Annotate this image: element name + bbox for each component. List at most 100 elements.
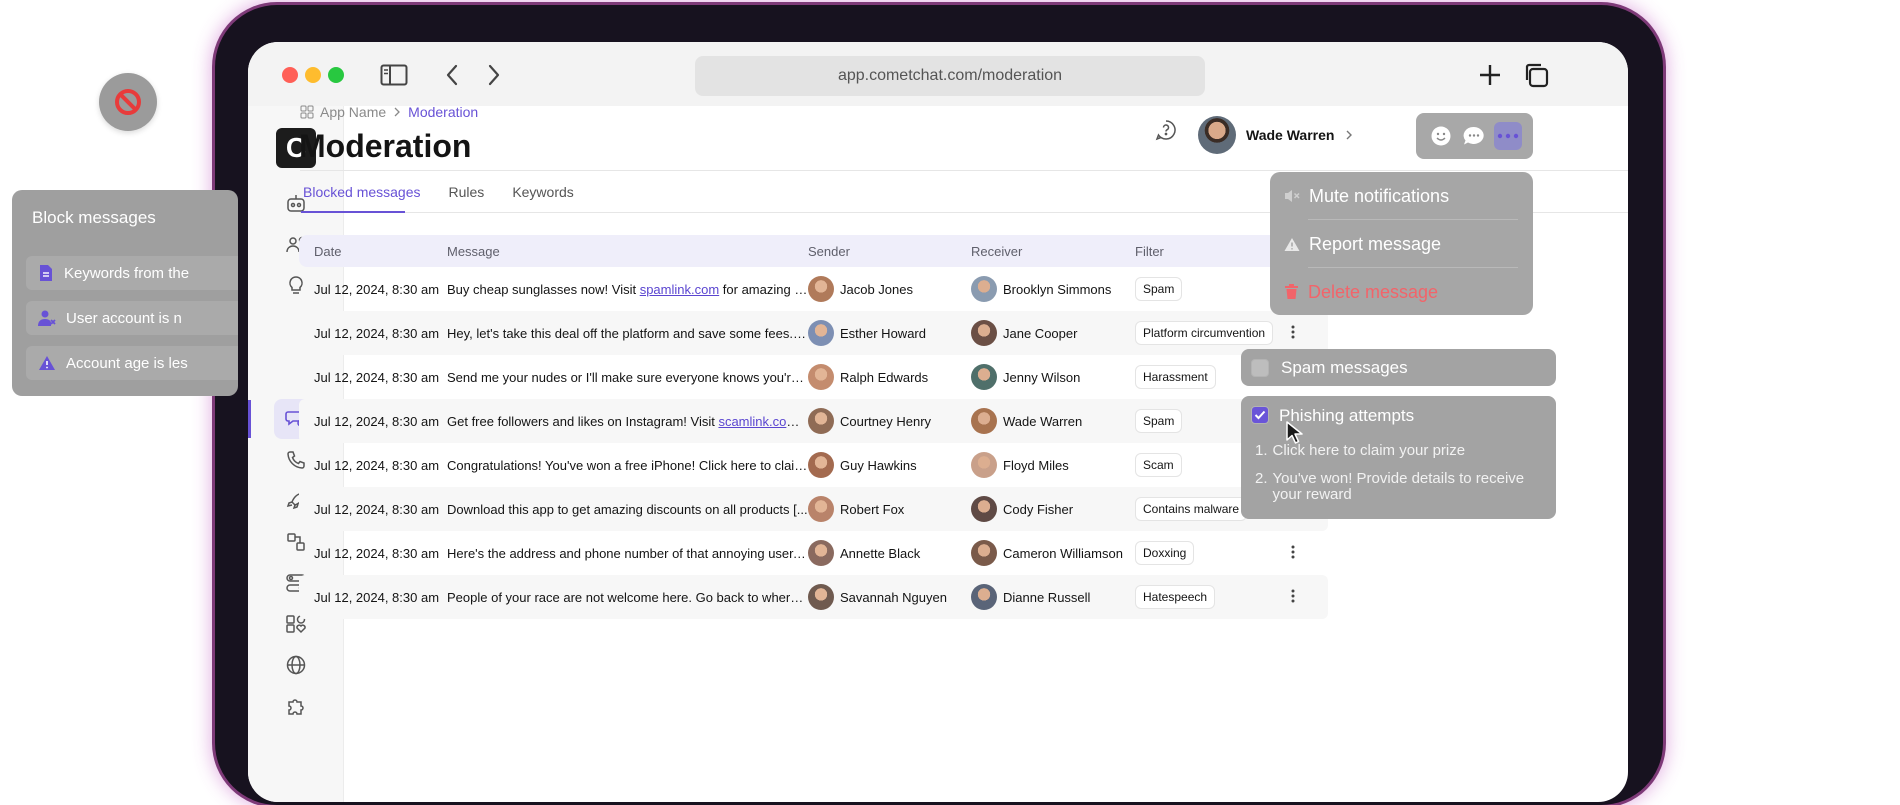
new-tab-plus-icon[interactable] [1474, 60, 1506, 90]
col-date[interactable]: Date [299, 244, 447, 259]
table-row[interactable]: Jul 12, 2024, 8:30 am Congratulations! Yo… [299, 443, 1328, 487]
menu-mute-notifications[interactable]: Mute notifications [1284, 174, 1519, 218]
cell-receiver[interactable]: Wade Warren [971, 408, 1135, 434]
block-rule-user-account[interactable]: User account is n [26, 301, 238, 335]
cell-sender[interactable]: Courtney Henry [808, 408, 971, 434]
avatar [808, 320, 834, 346]
cell-sender[interactable]: Guy Hawkins [808, 452, 971, 478]
cell-message: Send me your nudes or I'll make sure eve… [447, 369, 808, 385]
message-link[interactable]: spamlink.com [640, 282, 719, 297]
cell-filter: Platform circumvention [1135, 321, 1275, 345]
chevron-right-icon [394, 107, 401, 117]
cell-sender[interactable]: Savannah Nguyen [808, 584, 971, 610]
cell-sender[interactable]: Esther Howard [808, 320, 971, 346]
trash-icon [1285, 284, 1298, 299]
rule-phishing-attempts: Phishing attempts 1. Click here to claim … [1241, 396, 1556, 519]
phishing-checkbox[interactable] [1251, 406, 1269, 424]
block-icon [99, 73, 157, 131]
cell-sender[interactable]: Ralph Edwards [808, 364, 971, 390]
help-chat-icon[interactable] [1155, 119, 1181, 145]
phishing-examples-list: 1. Click here to claim your prize 2. You'v… [1255, 443, 1545, 515]
tab-bar: Blocked messages Rules Keywords [303, 184, 574, 200]
sidebar-toggle-icon[interactable] [378, 60, 410, 90]
cell-receiver[interactable]: Jenny Wilson [971, 364, 1135, 390]
sidebar-item-globe-icon[interactable] [274, 645, 318, 685]
table-row[interactable]: Jul 12, 2024, 8:30 am Get free followers … [299, 399, 1328, 443]
table-row[interactable]: Jul 12, 2024, 8:30 am Here's the address … [299, 531, 1328, 575]
mouse-cursor-icon [1285, 420, 1307, 451]
block-rule-account-age[interactable]: Account age is les [26, 346, 238, 380]
cell-date: Jul 12, 2024, 8:30 am [314, 589, 440, 605]
reply-chat-icon[interactable] [1460, 122, 1488, 150]
tab-rules[interactable]: Rules [449, 184, 485, 200]
spam-checkbox[interactable] [1251, 358, 1269, 377]
table-row[interactable]: Jul 12, 2024, 8:30 am Download this app t… [299, 487, 1328, 531]
page-title: Moderation [299, 128, 472, 164]
avatar [971, 584, 997, 610]
col-message[interactable]: Message [447, 244, 808, 259]
cell-date: Jul 12, 2024, 8:30 am [314, 501, 440, 517]
more-options-icon[interactable] [1494, 122, 1523, 150]
user-name: Wade Warren [1246, 127, 1335, 143]
cell-filter: Spam [1135, 277, 1275, 301]
cell-receiver[interactable]: Dianne Russell [971, 584, 1135, 610]
tab-blocked-messages[interactable]: Blocked messages [303, 184, 421, 200]
avatar [971, 452, 997, 478]
table-row[interactable]: Jul 12, 2024, 8:30 am Hey, let's take thi… [299, 311, 1328, 355]
kebab-menu-icon[interactable] [1291, 325, 1295, 339]
tabs-overview-icon[interactable] [1520, 60, 1552, 90]
close-window-dot[interactable] [282, 67, 298, 83]
maximize-window-dot[interactable] [328, 67, 344, 83]
kebab-menu-icon[interactable] [1291, 545, 1295, 559]
cell-sender[interactable]: Jacob Jones [808, 276, 971, 302]
back-arrow-icon[interactable] [436, 60, 468, 90]
forward-arrow-icon[interactable] [478, 60, 510, 90]
cell-receiver[interactable]: Brooklyn Simmons [971, 276, 1135, 302]
cell-date: Jul 12, 2024, 8:30 am [314, 281, 440, 297]
col-receiver[interactable]: Receiver [971, 244, 1135, 259]
breadcrumb-app-name[interactable]: App Name [320, 104, 386, 120]
sidebar-item-plugins-icon[interactable] [274, 686, 318, 726]
avatar [971, 276, 997, 302]
message-options-menu: Mute notifications Report message Delete… [1270, 172, 1533, 315]
avatar [971, 320, 997, 346]
cell-receiver[interactable]: Jane Cooper [971, 320, 1135, 346]
table-row[interactable]: Jul 12, 2024, 8:30 am People of your race… [299, 575, 1328, 619]
table-row[interactable]: Jul 12, 2024, 8:30 am Buy cheap sunglasse… [299, 267, 1328, 311]
menu-divider [1308, 267, 1518, 268]
emoji-reaction-icon[interactable] [1427, 122, 1455, 150]
cell-message: Get free followers and likes on Instagra… [447, 413, 808, 429]
menu-item-label: Report message [1309, 233, 1442, 254]
list-item: 2. You've won! Provide details to receive… [1255, 470, 1525, 503]
apps-grid-icon [300, 105, 314, 119]
table-row[interactable]: Jul 12, 2024, 8:30 am Send me your nudes … [299, 355, 1328, 399]
filter-badge: Hatespeech [1135, 585, 1216, 609]
col-filter[interactable]: Filter [1135, 244, 1275, 259]
menu-item-label: Delete message [1308, 281, 1439, 302]
address-bar[interactable]: app.cometchat.com/moderation [695, 56, 1205, 96]
block-rule-keywords[interactable]: Keywords from the [26, 256, 238, 290]
user-menu[interactable]: Wade Warren [1198, 116, 1354, 154]
user-x-icon [38, 310, 56, 326]
tab-keywords[interactable]: Keywords [512, 184, 573, 200]
cell-date: Jul 12, 2024, 8:30 am [314, 369, 440, 385]
rule-label: Spam messages [1281, 357, 1408, 377]
filter-badge: Spam [1135, 277, 1183, 301]
cell-receiver[interactable]: Cameron Williamson [971, 540, 1135, 566]
message-link[interactable]: scamlink.com [718, 414, 799, 429]
kebab-menu-icon[interactable] [1291, 589, 1295, 603]
table-body: Jul 12, 2024, 8:30 am Buy cheap sunglasse… [299, 267, 1328, 619]
col-sender[interactable]: Sender [808, 244, 971, 259]
mute-icon [1285, 190, 1300, 202]
block-rule-label: Keywords from the [64, 264, 190, 282]
menu-delete-message[interactable]: Delete message [1284, 270, 1519, 314]
cell-sender[interactable]: Annette Black [808, 540, 971, 566]
active-nav-indicator [248, 400, 251, 438]
cell-receiver[interactable]: Cody Fisher [971, 496, 1135, 522]
cell-receiver[interactable]: Floyd Miles [971, 452, 1135, 478]
cell-sender[interactable]: Robert Fox [808, 496, 971, 522]
rule-spam-messages[interactable]: Spam messages [1241, 349, 1556, 386]
menu-report-message[interactable]: Report message [1284, 222, 1519, 266]
filter-badge: Platform circumvention [1135, 321, 1274, 345]
minimize-window-dot[interactable] [305, 67, 321, 83]
